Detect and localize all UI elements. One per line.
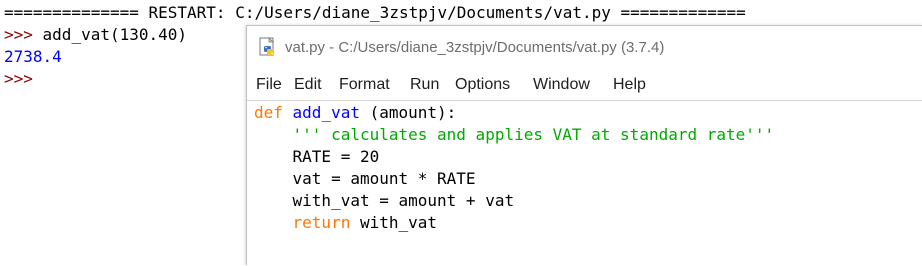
code-line-2-docstring: ''' calculates and applies VAT at standa…	[254, 125, 775, 144]
menu-help[interactable]: Help	[613, 76, 646, 94]
menu-window[interactable]: Window	[533, 76, 590, 94]
menu-edit[interactable]: Edit	[294, 76, 322, 94]
shell-prompt-current[interactable]: >>>	[4, 68, 33, 90]
function-name: add_vat	[282, 103, 360, 122]
code-line-5: with_vat = amount + vat	[254, 191, 515, 210]
code-line-4: vat = amount * RATE	[254, 169, 476, 188]
code-line-3: RATE = 20	[254, 147, 380, 166]
function-params: (amount):	[359, 103, 457, 122]
editor-title: vat.py - C:/Users/diane_3zstpjv/Document…	[285, 39, 665, 56]
editor-window[interactable]: vat.py - C:/Users/diane_3zstpjv/Document…	[246, 25, 922, 266]
shell-restart-line: ============== RESTART: C:/Users/diane_3…	[4, 3, 746, 22]
code-line-1: def add_vat (amount):	[254, 102, 456, 124]
keyword-def: def	[254, 103, 283, 122]
menu-run[interactable]: Run	[410, 76, 439, 94]
shell-prompt: >>>	[4, 25, 33, 44]
menu-options[interactable]: Options	[455, 76, 510, 94]
code-line-6: return with_vat	[254, 212, 438, 234]
menu-bar: File Edit Format Run Options Window Help	[247, 70, 922, 100]
editor-titlebar[interactable]: vat.py - C:/Users/diane_3zstpjv/Document…	[247, 26, 922, 70]
menu-format[interactable]: Format	[339, 76, 390, 94]
code-editor[interactable]: def add_vat (amount): ''' calculates and…	[247, 100, 922, 266]
python-file-icon	[259, 37, 274, 56]
shell-command: add_vat(130.40)	[32, 25, 188, 44]
menu-file[interactable]: File	[256, 76, 282, 94]
shell-command-line: >>> add_vat(130.40)	[4, 24, 187, 46]
return-value: with_vat	[350, 213, 438, 232]
keyword-return: return	[292, 213, 351, 232]
shell-output: 2738.4	[4, 47, 62, 66]
